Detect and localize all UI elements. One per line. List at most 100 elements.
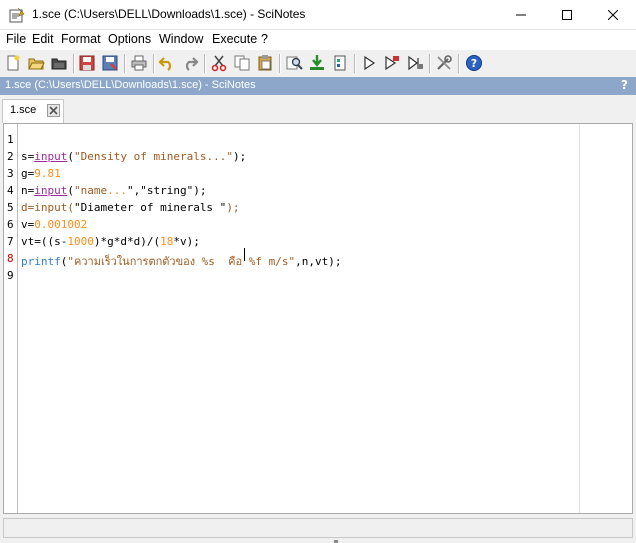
code-token: s (21, 150, 28, 163)
execute-with-echo-icon[interactable] (383, 54, 401, 72)
code-token: =(( (34, 235, 55, 248)
line-number: 3 (7, 167, 14, 180)
tab-close-icon[interactable] (47, 104, 60, 117)
line-number: 5 (7, 201, 14, 214)
tab-row: 1.sce (0, 95, 636, 123)
document-path-bar: 1.sce (C:\Users\DELL\Downloads\1.sce) - … (0, 77, 636, 95)
cut-icon[interactable] (210, 54, 228, 72)
menu-execute[interactable]: Execute (212, 32, 257, 46)
redo-icon[interactable] (181, 54, 199, 72)
open-folder-icon[interactable] (50, 54, 68, 72)
code-token: ); (186, 235, 200, 248)
code-token: printf (21, 255, 61, 268)
code-line[interactable]: d=input("Diameter of minerals "); (21, 201, 240, 214)
code-token: d=input( (21, 201, 74, 214)
code-token: "name (74, 184, 108, 197)
maximize-icon (562, 10, 572, 20)
execute-until-cursor-icon[interactable] (406, 54, 424, 72)
line-number: 4 (7, 184, 14, 197)
menu-edit[interactable]: Edit (32, 32, 54, 46)
svg-text:?: ? (471, 57, 477, 70)
code-token: n (21, 184, 28, 197)
code-token: )/( (140, 235, 161, 248)
code-token: input (34, 150, 68, 163)
preferences-icon[interactable] (435, 54, 453, 72)
menu-help[interactable]: ? (261, 32, 268, 46)
minimize-button[interactable] (498, 0, 544, 30)
menu-format[interactable]: Format (61, 32, 101, 46)
find-replace-icon[interactable] (285, 54, 303, 72)
close-icon (608, 10, 618, 20)
paste-icon[interactable] (256, 54, 274, 72)
code-token: input (34, 184, 68, 197)
code-token: ","string"); (127, 184, 207, 197)
help-icon[interactable]: ? (465, 54, 483, 72)
code-token: v (180, 235, 187, 248)
code-line[interactable]: n=input("name...","string"); (21, 184, 206, 197)
code-token: ); (232, 150, 247, 163)
scinotes-app-icon (9, 7, 25, 23)
execute-file-icon[interactable] (331, 54, 349, 72)
line-number: 8 (7, 252, 14, 265)
title-bar[interactable]: 1.sce (C:\Users\DELL\Downloads\1.sce) - … (0, 0, 636, 30)
menu-options[interactable]: Options (108, 32, 151, 46)
save-as-icon[interactable] (101, 54, 119, 72)
open-file-icon[interactable] (27, 54, 45, 72)
code-token: ); (226, 201, 240, 214)
print-icon[interactable] (130, 54, 148, 72)
menu-window[interactable]: Window (159, 32, 203, 46)
code-token: "Diameter of minerals " (73, 201, 227, 214)
code-token: ,n,vt); (295, 255, 342, 268)
right-margin-line (579, 124, 580, 513)
copy-icon[interactable] (233, 54, 251, 72)
close-button[interactable] (590, 0, 636, 30)
code-token: ... (107, 184, 127, 197)
tab-1-sce[interactable]: 1.sce (2, 99, 64, 123)
code-line[interactable]: g=9.81 (21, 167, 61, 180)
load-into-console-icon[interactable] (308, 54, 326, 72)
code-token: ( (67, 150, 74, 163)
code-token: g (21, 167, 28, 180)
code-token: 9.81 (34, 167, 61, 180)
line-number: 2 (7, 150, 14, 163)
code-token: ( (67, 184, 74, 197)
document-path: 1.sce (C:\Users\DELL\Downloads\1.sce) - … (5, 79, 256, 91)
status-bar (3, 518, 633, 538)
code-line[interactable]: v=0.001002 (21, 218, 87, 231)
line-number: 1 (7, 133, 14, 146)
code-token: v (21, 218, 28, 231)
code-token: 18 (160, 235, 174, 248)
code-token: d (120, 235, 127, 248)
code-token: "Density of minerals..." (74, 150, 233, 163)
menu-bar: File Edit Format Options Window Execute … (0, 30, 636, 50)
toolbar: ? (0, 50, 636, 77)
new-file-icon[interactable] (4, 54, 22, 72)
code-line[interactable]: vt=((s-1000)*g*d*d)/(18*v); (21, 235, 200, 248)
window-title: 1.sce (C:\Users\DELL\Downloads\1.sce) - … (32, 7, 306, 21)
code-line[interactable]: printf("ความเร็วในการตกตัวของ %s คือ %f … (21, 252, 341, 270)
text-caret (244, 248, 245, 261)
execute-icon[interactable] (360, 54, 378, 72)
code-token: 1000 (67, 235, 94, 248)
line-number: 7 (7, 235, 14, 248)
minimize-icon (516, 14, 526, 16)
code-editor[interactable]: 1 2 s=input("Density of minerals..."); 3 g=9… (3, 123, 633, 514)
code-token: vt (21, 235, 35, 248)
tab-label: 1.sce (10, 104, 37, 116)
code-token: * (173, 235, 180, 248)
code-token: * (127, 235, 134, 248)
line-number-gutter (4, 124, 18, 513)
dock-help-button[interactable]: ? (621, 78, 628, 92)
line-number: 9 (7, 269, 14, 282)
maximize-button[interactable] (544, 0, 590, 30)
code-token: )* (93, 235, 108, 248)
code-line[interactable]: s=input("Density of minerals..."); (21, 150, 246, 163)
menu-file[interactable]: File (6, 32, 26, 46)
save-icon[interactable] (78, 54, 96, 72)
code-token: s (54, 235, 61, 248)
line-number: 6 (7, 218, 14, 231)
code-token: g (107, 235, 114, 248)
undo-icon[interactable] (158, 54, 176, 72)
code-token: "ความเร็วในการตกตัวของ %s คือ %f m/s" (67, 255, 296, 268)
code-token: 0.001002 (34, 218, 88, 231)
